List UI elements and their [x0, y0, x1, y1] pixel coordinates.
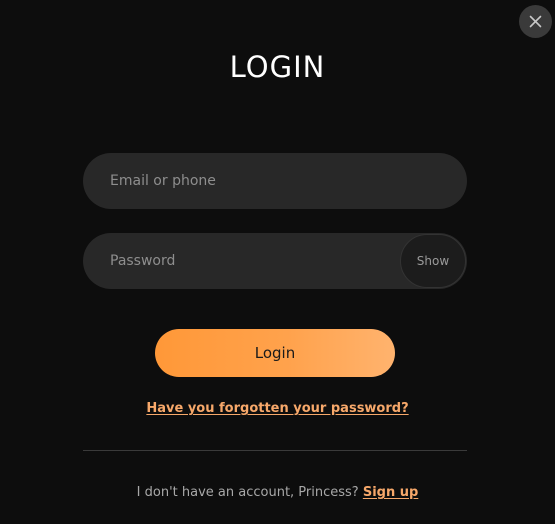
divider: [83, 450, 467, 451]
close-button[interactable]: [519, 5, 552, 38]
page-title: LOGIN: [229, 50, 326, 84]
login-button[interactable]: Login: [155, 329, 395, 377]
login-modal: LOGIN Show Login Have you forgotten your…: [0, 0, 555, 524]
show-password-button[interactable]: Show: [400, 234, 466, 288]
signup-link[interactable]: Sign up: [363, 485, 418, 500]
forgot-password-link[interactable]: Have you forgotten your password?: [0, 401, 555, 416]
password-field-container: Show: [83, 233, 467, 289]
close-icon: [529, 15, 542, 28]
email-field-container: [83, 153, 467, 209]
email-field[interactable]: [83, 153, 467, 209]
signup-prompt: I don't have an account, Princess?: [136, 485, 363, 500]
signup-row: I don't have an account, Princess? Sign …: [0, 485, 555, 500]
